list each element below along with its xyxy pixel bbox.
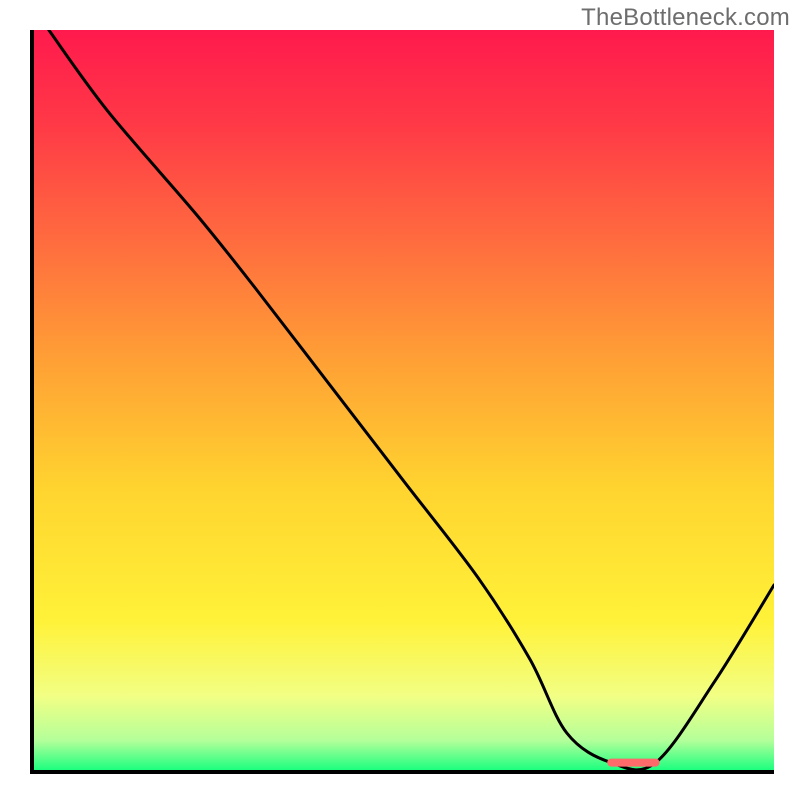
watermark-text: TheBottleneck.com [581, 4, 790, 32]
chart-curve [34, 30, 774, 770]
plot-axes [30, 30, 774, 774]
plot-area [34, 30, 774, 770]
chart-frame: TheBottleneck.com [0, 0, 800, 800]
curve-line [49, 30, 774, 770]
